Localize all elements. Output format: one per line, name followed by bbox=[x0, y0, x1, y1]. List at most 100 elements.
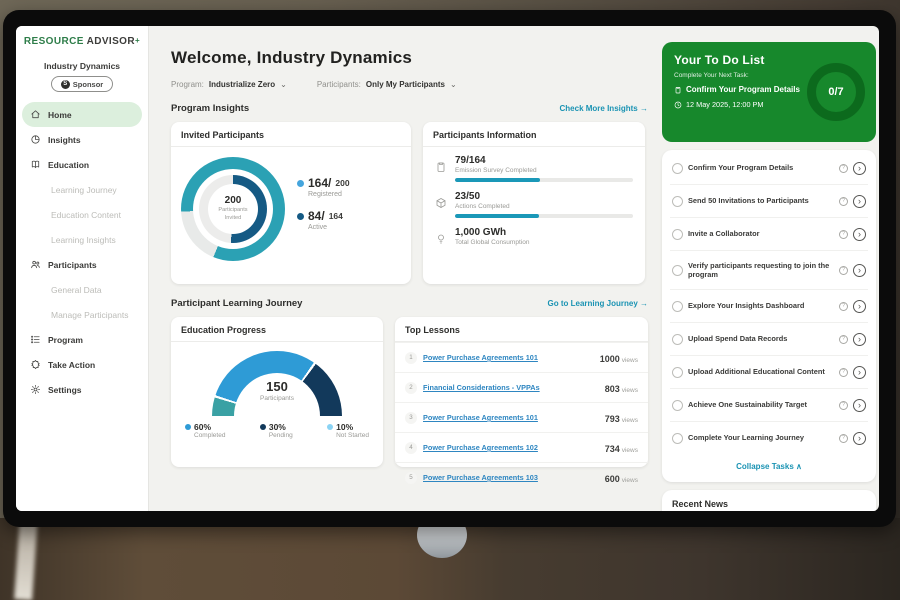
sponsor-badge[interactable]: S Sponsor bbox=[51, 76, 113, 92]
help-icon[interactable]: ? bbox=[839, 302, 848, 311]
stat-global-consumption: 1,000 GWh Total Global Consumption bbox=[435, 227, 633, 246]
dashboard-screen: RESOURCE ADVISOR+ Industry Dynamics S Sp… bbox=[16, 26, 879, 511]
help-icon[interactable]: ? bbox=[839, 368, 848, 377]
chevron-right-icon[interactable]: › bbox=[853, 399, 866, 412]
sidebar-item-learning-insights[interactable]: Learning Insights bbox=[16, 227, 148, 252]
registered-num: 164/ bbox=[308, 176, 331, 190]
lesson-row: 4 Power Purchase Agreements 102 734views bbox=[395, 432, 648, 462]
legend-completed: 60% Completed bbox=[185, 422, 225, 439]
survey-clipboard-icon bbox=[435, 161, 447, 173]
chevron-right-icon[interactable]: › bbox=[853, 366, 866, 379]
lesson-row: 1 Power Purchase Agreements 101 1000view… bbox=[395, 342, 648, 372]
task-row[interactable]: Invite a Collaborator ? › bbox=[670, 218, 868, 251]
task-row[interactable]: Upload Additional Educational Content ? … bbox=[670, 356, 868, 389]
program-dropdown[interactable]: Program: Industrialize Zero ⌄ bbox=[171, 80, 287, 89]
lesson-views-label: views bbox=[622, 477, 638, 484]
sidebar-item-manage-participants[interactable]: Manage Participants bbox=[16, 302, 148, 327]
top-lessons-card: Top Lessons 1 Power Purchase Agreements … bbox=[395, 317, 648, 467]
task-row[interactable]: Upload Spend Data Records ? › bbox=[670, 323, 868, 356]
logo-secondary: ADVISOR bbox=[87, 36, 135, 47]
registered-den: 200 bbox=[335, 178, 349, 188]
chevron-right-icon[interactable]: › bbox=[853, 264, 866, 277]
sidebar-item-participants[interactable]: Participants bbox=[16, 252, 148, 277]
task-row[interactable]: Complete Your Learning Journey ? › bbox=[670, 422, 868, 454]
task-checkbox[interactable] bbox=[672, 367, 683, 378]
help-icon[interactable]: ? bbox=[839, 401, 848, 410]
sidebar-item-education-content[interactable]: Education Content bbox=[16, 202, 148, 227]
chevron-right-icon[interactable]: › bbox=[853, 162, 866, 175]
chevron-right-icon[interactable]: › bbox=[853, 300, 866, 313]
lesson-link[interactable]: Power Purchase Agreements 101 bbox=[423, 413, 599, 422]
sidebar-item-home[interactable]: Home bbox=[22, 102, 142, 127]
lesson-link[interactable]: Power Purchase Agreements 101 bbox=[423, 353, 594, 362]
actions-box-icon bbox=[435, 197, 447, 209]
filter-bar: Program: Industrialize Zero ⌄ Participan… bbox=[171, 80, 648, 89]
lesson-row: 2 Financial Considerations - VPPAs 803vi… bbox=[395, 372, 648, 402]
donut-center: 200 Participants Invited bbox=[208, 184, 258, 234]
sidebar-item-insights[interactable]: Insights bbox=[16, 127, 148, 152]
gauge-center-label: Participants bbox=[212, 395, 342, 402]
collapse-tasks-link[interactable]: Collapse Tasks ∧ bbox=[670, 454, 868, 480]
task-row[interactable]: Confirm Your Program Details ? › bbox=[670, 152, 868, 185]
task-row[interactable]: Verify participants requesting to join t… bbox=[670, 251, 868, 290]
lesson-views-label: views bbox=[622, 387, 638, 394]
lesson-views-label: views bbox=[622, 417, 638, 424]
task-checkbox[interactable] bbox=[672, 301, 683, 312]
go-to-learning-journey-link[interactable]: Go to Learning Journey → bbox=[548, 299, 648, 308]
lesson-rank: 4 bbox=[405, 442, 417, 454]
todo-header-card: Your To Do List Complete Your Next Task:… bbox=[662, 42, 876, 142]
check-more-insights-link[interactable]: Check More Insights → bbox=[560, 104, 648, 113]
task-label: Upload Spend Data Records bbox=[688, 334, 834, 344]
recent-news-title: Recent News bbox=[672, 499, 866, 511]
lesson-link[interactable]: Financial Considerations - VPPAs bbox=[423, 383, 599, 392]
lesson-link[interactable]: Power Purchase Agreements 102 bbox=[423, 443, 599, 452]
journey-cards-row: Education Progress 150 Participants 60% bbox=[171, 317, 648, 467]
chevron-right-icon[interactable]: › bbox=[853, 228, 866, 241]
task-checkbox[interactable] bbox=[672, 265, 683, 276]
arrow-right-icon: → bbox=[640, 299, 648, 308]
card-title: Participants Information bbox=[423, 122, 645, 147]
help-icon[interactable]: ? bbox=[839, 266, 848, 275]
card-title: Invited Participants bbox=[171, 122, 411, 147]
sidebar-item-learning-journey[interactable]: Learning Journey bbox=[16, 177, 148, 202]
registered-label: Registered bbox=[308, 191, 350, 198]
task-checkbox[interactable] bbox=[672, 334, 683, 345]
lesson-link[interactable]: Power Purchase Agreements 103 bbox=[423, 473, 599, 482]
content-column: Welcome, Industry Dynamics Program: Indu… bbox=[171, 36, 648, 511]
chevron-right-icon[interactable]: › bbox=[853, 195, 866, 208]
sidebar-item-education[interactable]: Education bbox=[16, 152, 148, 177]
task-checkbox[interactable] bbox=[672, 229, 683, 240]
sidebar: RESOURCE ADVISOR+ Industry Dynamics S Sp… bbox=[16, 26, 149, 511]
task-row[interactable]: Achieve One Sustainability Target ? › bbox=[670, 389, 868, 422]
legend-label: Not Started bbox=[336, 432, 369, 439]
chevron-right-icon[interactable]: › bbox=[853, 333, 866, 346]
page-title: Welcome, Industry Dynamics bbox=[171, 48, 648, 68]
sidebar-item-take-action[interactable]: Take Action bbox=[16, 352, 148, 377]
lightbulb-icon bbox=[435, 233, 447, 245]
app-logo: RESOURCE ADVISOR+ bbox=[16, 36, 148, 47]
task-row[interactable]: Send 50 Invitations to Participants ? › bbox=[670, 185, 868, 218]
education-progress-card: Education Progress 150 Participants 60% bbox=[171, 317, 383, 467]
sidebar-item-program[interactable]: Program bbox=[16, 327, 148, 352]
participants-dropdown[interactable]: Participants: Only My Participants ⌄ bbox=[317, 80, 457, 89]
task-checkbox[interactable] bbox=[672, 400, 683, 411]
sidebar-item-settings[interactable]: Settings bbox=[16, 377, 148, 402]
task-row[interactable]: Explore Your Insights Dashboard ? › bbox=[670, 290, 868, 323]
sidebar-item-general-data[interactable]: General Data bbox=[16, 277, 148, 302]
card-title: Education Progress bbox=[171, 317, 383, 342]
stat-label: Total Global Consumption bbox=[455, 239, 633, 246]
not-started-dot-icon bbox=[327, 424, 333, 430]
task-checkbox[interactable] bbox=[672, 196, 683, 207]
help-icon[interactable]: ? bbox=[839, 230, 848, 239]
task-checkbox[interactable] bbox=[672, 433, 683, 444]
help-icon[interactable]: ? bbox=[839, 434, 848, 443]
chevron-right-icon[interactable]: › bbox=[853, 432, 866, 445]
help-icon[interactable]: ? bbox=[839, 335, 848, 344]
participants-information-card: Participants Information 79/164 Emission… bbox=[423, 122, 645, 284]
help-icon[interactable]: ? bbox=[839, 197, 848, 206]
gauge-center-value: 150 bbox=[212, 379, 342, 394]
completed-dot-icon bbox=[185, 424, 191, 430]
pending-dot-icon bbox=[260, 424, 266, 430]
task-checkbox[interactable] bbox=[672, 163, 683, 174]
help-icon[interactable]: ? bbox=[839, 164, 848, 173]
